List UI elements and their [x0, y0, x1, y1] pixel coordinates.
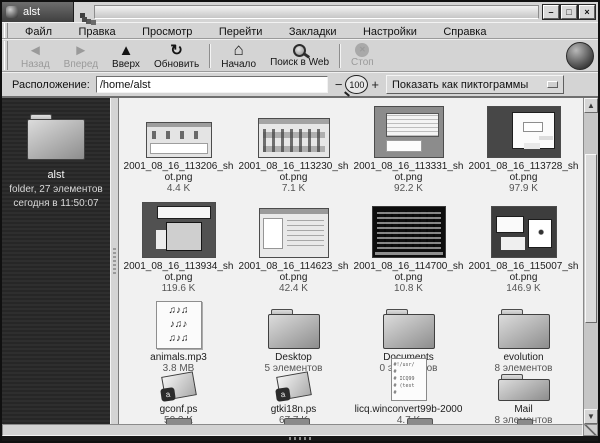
menu-item[interactable]: Закладки [278, 26, 348, 38]
refresh-icon [170, 42, 183, 59]
file-item[interactable]: 2001_08_16_114700_shot.png 10.8 K [351, 194, 466, 294]
thumb-terminal-icon [372, 206, 446, 258]
zoom-in-button[interactable]: + [370, 79, 380, 91]
maximize-button[interactable]: □ [561, 5, 577, 19]
music-icon [156, 301, 202, 349]
sidebar: alst folder, 27 элементов сегодня в 11:5… [2, 98, 110, 424]
partially-visible-icon[interactable] [517, 419, 533, 424]
textfile-icon: #!/usr/ # # ICQ99 # (test # [391, 358, 427, 401]
vertical-scrollbar[interactable]: ▲ ▼ [583, 98, 598, 424]
toolbar-separator [339, 44, 341, 68]
sidebar-folder-icon [27, 114, 85, 160]
minimize-button[interactable]: – [543, 5, 559, 19]
forward-arrow-icon [73, 42, 88, 59]
toolbar-button[interactable]: Стоп [344, 42, 381, 69]
folder-icon [383, 309, 435, 349]
toolbar-button[interactable]: Начало [214, 41, 263, 71]
file-item[interactable]: evolution 8 элементов [466, 294, 581, 374]
partially-visible-icon[interactable] [166, 418, 192, 424]
nautilus-throbber-icon[interactable] [566, 42, 594, 70]
menu-item[interactable]: Просмотр [131, 26, 203, 38]
view-mode-label: Показать как пиктограммы [392, 79, 528, 91]
window-title: alst [23, 6, 40, 18]
partially-visible-icon[interactable] [284, 418, 310, 424]
postscript-icon [274, 374, 314, 401]
file-item[interactable]: 2001_08_16_114623_shot.png 42.4 K [236, 194, 351, 294]
sidebar-date: сегодня в 11:50:07 [13, 198, 98, 209]
title-strip [94, 5, 539, 19]
menubar-grip[interactable] [4, 23, 8, 38]
back-arrow-icon [28, 42, 43, 59]
toolbar-button[interactable]: Обновить [147, 41, 206, 71]
scroll-down-icon[interactable]: ▼ [584, 409, 598, 424]
stop-icon [355, 43, 369, 57]
location-bar: Расположение: − 100 + Показать как пикто… [2, 72, 598, 98]
file-item[interactable]: 2001_08_16_113206_shot.png 4.4 K [121, 102, 236, 194]
file-item[interactable]: 2001_08_16_115007_shot.png 146.9 K [466, 194, 581, 294]
folder-icon [268, 309, 320, 349]
folder-icon [498, 309, 550, 349]
partially-visible-icon[interactable] [407, 418, 433, 424]
toolbar-separator [209, 44, 211, 68]
location-label: Расположение: [12, 79, 90, 91]
bottom-frame [2, 436, 598, 441]
sidebar-title: alst [47, 169, 64, 181]
title-bar[interactable]: alst – □ × [2, 2, 598, 22]
view-mode-dropdown[interactable]: Показать как пиктограммы [386, 75, 564, 94]
web-search-icon [293, 44, 306, 57]
up-arrow-icon [119, 42, 134, 59]
file-item[interactable]: 2001_08_16_113331_shot.png 92.2 K [351, 102, 466, 194]
folder-icon [498, 374, 550, 401]
scroll-up-icon[interactable]: ▲ [584, 98, 598, 113]
thumb-desktop-windows-icon [491, 206, 557, 258]
toolbar-button[interactable]: Поиск в Web [263, 43, 336, 69]
frame-grip-icon [289, 437, 311, 440]
sidebar-info: folder, 27 элементов [9, 184, 103, 195]
app-icon [6, 6, 18, 18]
title-tab[interactable]: alst [2, 2, 74, 22]
file-item[interactable]: 2001_08_16_113230_shot.png 7.1 K [236, 102, 351, 194]
thumb-desktop-dialog-icon [142, 202, 216, 258]
sidebar-resize-handle[interactable] [110, 98, 119, 424]
partially-visible-row [119, 417, 583, 424]
menu-item[interactable]: Правка [68, 26, 127, 38]
zoom-out-button[interactable]: − [334, 79, 344, 91]
menu-item[interactable]: Справка [432, 26, 497, 38]
menu-item[interactable]: Перейти [208, 26, 274, 38]
file-view: 2001_08_16_113206_shot.png 4.4 K 2001_08… [119, 98, 583, 424]
thumb-window-gray-icon [374, 106, 444, 158]
scrollbar-thumb[interactable] [585, 154, 597, 323]
file-item[interactable]: 2001_08_16_113934_shot.png 119.6 K [121, 194, 236, 294]
toolbar: Назад Вперед Вверх Обновить Начало Поиск… [2, 39, 598, 72]
toolbar-button[interactable]: Назад [14, 41, 57, 71]
file-grid: 2001_08_16_113206_shot.png 4.4 K 2001_08… [119, 98, 583, 424]
thumb-editor-icon [259, 208, 329, 258]
thumb-desktop-canvas-icon [487, 106, 561, 158]
close-button[interactable]: × [579, 5, 595, 19]
postscript-icon [159, 374, 199, 401]
location-input[interactable] [96, 76, 328, 93]
file-manager-window: alst – □ × Файл Правка Просмотр Перейти … [0, 0, 600, 443]
file-item[interactable]: animals.mp3 3.8 MB [121, 294, 236, 374]
toolbar-button[interactable]: Вперед [57, 41, 105, 71]
thumb-window-light-2-icon [258, 118, 330, 158]
toolbar-button[interactable]: Вверх [105, 41, 147, 71]
dropdown-indicator-icon [547, 81, 558, 88]
scrollbar-track[interactable] [584, 113, 598, 409]
menu-bar: Файл Правка Просмотр Перейти Закладки На… [2, 22, 598, 39]
menu-item[interactable]: Файл [14, 26, 63, 38]
toolbar-grip[interactable] [4, 41, 8, 70]
menu-item[interactable]: Настройки [352, 26, 428, 38]
thumb-window-light-1-icon [146, 122, 212, 158]
zoom-level-indicator[interactable]: 100 [345, 75, 368, 94]
home-icon [234, 42, 244, 59]
window-resize-grip[interactable] [583, 424, 598, 436]
file-item[interactable]: 2001_08_16_113728_shot.png 97.9 K [466, 102, 581, 194]
file-item[interactable]: Desktop 5 элементов [236, 294, 351, 374]
status-bar [2, 424, 583, 436]
